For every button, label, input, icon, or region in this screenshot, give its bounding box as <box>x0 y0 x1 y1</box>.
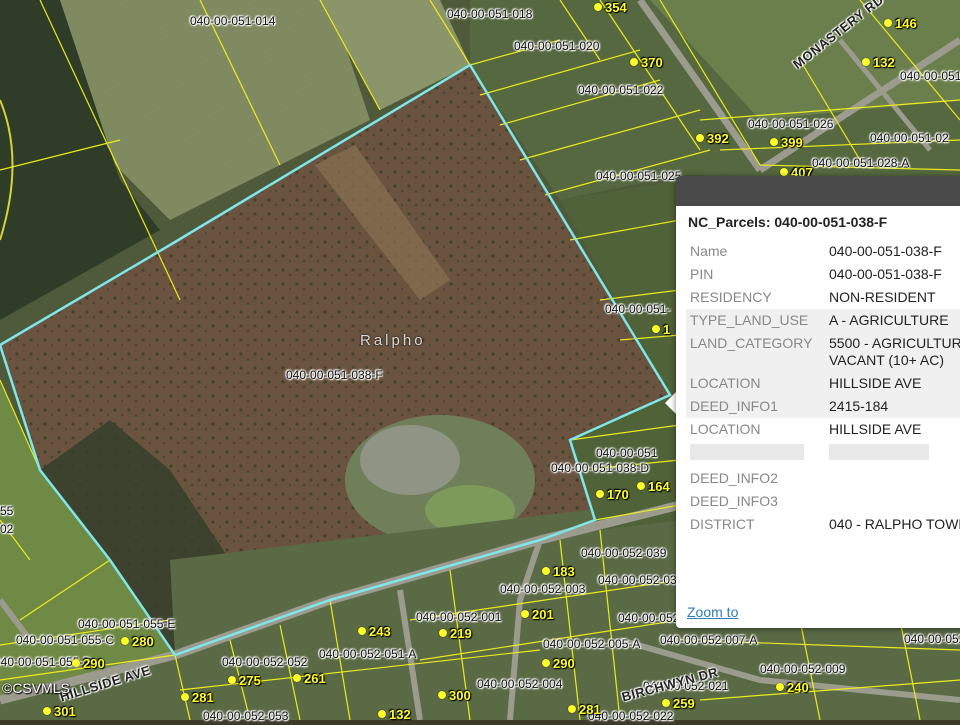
address-number: 280 <box>121 634 154 649</box>
address-number: 290 <box>72 656 105 671</box>
parcel-label: 040-00-052-052 <box>222 655 308 669</box>
parcel-label: 040-00-051-055-E <box>78 617 176 631</box>
attribute-key: LAND_CATEGORY <box>686 332 825 372</box>
address-number: 281 <box>568 702 601 717</box>
parcel-label: 040-00-052-009 <box>760 662 846 676</box>
parcel-label: 040-00-052-03 <box>598 573 677 587</box>
attribute-key: PIN <box>690 266 714 282</box>
attribute-key: DEED_INFO2 <box>690 470 778 486</box>
address-number: 300 <box>438 688 471 703</box>
parcel-label-selected: 040-00-051-038-F <box>286 368 383 382</box>
attribute-row-type-land-use: TYPE_LAND_USE A - AGRICULTURE <box>686 309 960 332</box>
popup-header-bar[interactable] <box>676 176 960 206</box>
address-number: 370 <box>630 55 663 70</box>
address-number: 240 <box>776 680 809 695</box>
parcel-label: 040-00-051-038-D <box>551 461 650 475</box>
parcel-label: 040-00-052-051-A <box>319 647 417 661</box>
popup-title: NC_Parcels: 040-00-051-038-F <box>688 214 888 230</box>
address-number: 275 <box>228 673 261 688</box>
attribute-row-deed-info3: DEED_INFO3 <box>686 490 960 513</box>
parcel-label: 040-00-051-014 <box>190 14 276 28</box>
popup-attribute-list[interactable]: Name 040-00-051-038-F PIN 040-00-051-038-F… <box>676 240 960 596</box>
attribute-row-pin: PIN 040-00-051-038-F <box>686 263 960 286</box>
attribute-row-blank <box>686 441 960 467</box>
parcel-label: 040-00-051-02 <box>870 131 949 145</box>
attribute-key: DISTRICT <box>690 516 755 532</box>
attribute-row-land-category: LAND_CATEGORY 5500 - AGRICULTURE VACANT (… <box>686 332 960 372</box>
attribute-key: Name <box>690 243 728 259</box>
attribute-key: TYPE_LAND_USE <box>686 309 825 332</box>
popup-pointer <box>665 392 676 414</box>
attribute-value <box>825 467 960 490</box>
attribute-value: 040-00-051-038-F <box>829 266 942 282</box>
parcel-label: 040-00-051-022 <box>578 83 664 97</box>
parcel-label: 040-00-051-025 <box>596 169 682 183</box>
parcel-label: 040-00-052-007-A <box>660 633 758 647</box>
address-number: 201 <box>521 607 554 622</box>
parcel-label: 040-00-052-039 <box>581 546 667 560</box>
parcel-label: 040-00-051-055-C <box>16 633 115 647</box>
parcel-label: 040-00-052-003 <box>500 582 586 596</box>
zoom-to-link[interactable]: Zoom to <box>687 604 738 620</box>
attribute-key: LOCATION <box>690 421 761 437</box>
address-number: 146 <box>884 16 917 31</box>
map-credit: ©CSVMLS <box>2 680 70 696</box>
address-number: 301 <box>43 704 76 719</box>
parcel-label: 040-00-051 <box>900 69 960 83</box>
address-number: 132 <box>862 55 895 70</box>
attribute-row-location-2: LOCATION HILLSIDE AVE <box>686 418 960 441</box>
attribute-key: LOCATION <box>686 372 825 395</box>
attribute-value: 040-00-051-038-F <box>829 243 942 259</box>
attribute-key-placeholder <box>686 441 825 467</box>
parcel-label: 040-00-052-001 <box>416 610 502 624</box>
address-number: 259 <box>662 696 695 711</box>
attribute-key: DEED_INFO3 <box>690 493 778 509</box>
attribute-row-deed-info1: DEED_INFO1 2415-184 <box>686 395 960 418</box>
attribute-row-name: Name 040-00-051-038-F <box>686 240 960 263</box>
attribute-key: DEED_INFO1 <box>686 395 825 418</box>
address-number: 164 <box>637 479 670 494</box>
address-number: 281 <box>181 690 214 705</box>
parcel-label: 040-00-051-020 <box>514 39 600 53</box>
address-number: 399 <box>770 135 803 150</box>
address-number: 354 <box>594 0 627 15</box>
attribute-row-district: DISTRICT 040 - RALPHO TOWNSHIP <box>686 513 960 536</box>
attribute-value: 5500 - AGRICULTURE VACANT (10+ AC) <box>825 332 960 372</box>
address-number: 261 <box>293 671 326 686</box>
attribute-row-deed-info2: DEED_INFO2 <box>686 467 960 490</box>
attribute-key: RESIDENCY <box>690 289 772 305</box>
attribute-value-placeholder <box>825 441 960 467</box>
address-number: 290 <box>542 656 575 671</box>
address-number: 243 <box>358 624 391 639</box>
attribute-value <box>825 490 960 513</box>
attribute-value: 2415-184 <box>825 395 960 418</box>
address-number: 183 <box>542 564 575 579</box>
parcel-label: 040-00-052-053 <box>203 709 289 723</box>
attribute-row-residency: RESIDENCY NON-RESIDENT <box>686 286 960 309</box>
address-number: 170 <box>596 487 629 502</box>
address-number: 1 <box>652 322 670 337</box>
attribute-value: HILLSIDE AVE <box>829 421 922 437</box>
attribute-value: HILLSIDE AVE <box>825 372 960 395</box>
municipality-label: Ralpho <box>360 332 426 349</box>
parcel-popup[interactable]: NC_Parcels: 040-00-051-038-F Name 040-00-… <box>676 176 960 628</box>
attribute-value: A - AGRICULTURE <box>825 309 960 332</box>
parcel-label: 040-00-051 <box>596 446 658 460</box>
attribute-value: NON-RESIDENT <box>829 289 936 305</box>
address-number: 392 <box>696 131 729 146</box>
parcel-label: 040-00-051-028-A <box>812 156 910 170</box>
parcel-label: 02 <box>0 522 14 536</box>
parcel-label: 040-00-051-026 <box>748 117 834 131</box>
attribute-table: Name 040-00-051-038-F PIN 040-00-051-038-F… <box>686 240 960 536</box>
attribute-row-location: LOCATION HILLSIDE AVE <box>686 372 960 395</box>
parcel-label: 040-00-052-004 <box>477 677 563 691</box>
parcel-label: 040-00-052- <box>904 632 960 646</box>
parcel-label: 55 <box>0 504 14 518</box>
attribute-value: 040 - RALPHO TOWNSHIP <box>829 516 960 532</box>
parcel-label: 040-00-051- <box>605 302 671 316</box>
parcel-label: 040-00-052-005-A <box>543 637 641 651</box>
address-number: 219 <box>439 626 472 641</box>
parcel-label: 040-00-051-018 <box>447 7 533 21</box>
